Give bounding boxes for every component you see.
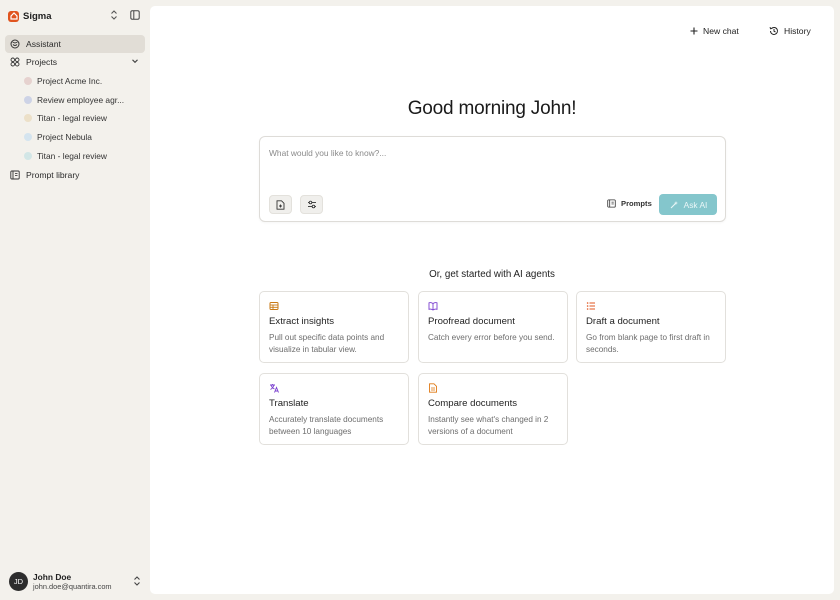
project-label: Review employee agr... [37,95,125,105]
project-color-dot [24,114,32,122]
sidebar-toggle-icon[interactable] [130,10,140,22]
prompts-button[interactable]: Prompts [607,199,652,208]
agents-heading: Or, get started with AI agents [429,269,555,280]
project-label: Project Nebula [37,132,92,142]
sliders-icon [307,200,317,209]
agent-card-compare-documents[interactable]: Compare documents Instantly see what's c… [418,373,568,445]
agent-card-title: Extract insights [269,316,335,327]
project-item[interactable]: Review employee agr... [24,92,142,108]
chevron-up-down-icon[interactable] [110,10,118,22]
agent-card-title: Proofread document [428,316,515,327]
assistant-icon [10,39,20,49]
list-icon [586,301,596,311]
new-chat-label: New chat [703,26,739,36]
avatar: JD [9,571,28,591]
table-icon [269,301,279,311]
agent-card-title: Compare documents [428,398,518,409]
agent-card-extract-insights[interactable]: Extract insights Pull out specific data … [259,291,409,363]
sidebar: Sigma Assistant Projects Project Acme In… [0,0,150,600]
agent-card-description: Instantly see what's changed in 2 versio… [428,415,549,436]
sidebar-item-assistant[interactable]: Assistant [5,35,145,53]
sidebar-item-prompt-library[interactable]: Prompt library [5,166,145,184]
agent-card-description: Accurately translate documents between 1… [269,415,384,436]
user-info: John Doe john.doe@quantira.com [33,572,112,591]
library-icon [10,170,20,180]
chevron-down-icon[interactable] [131,57,139,67]
project-item[interactable]: Titan - legal review [24,110,142,126]
agent-card-description: Go from blank page to first draft in sec… [586,333,710,354]
translate-icon [269,383,279,393]
sparkle-icon [669,200,679,210]
project-item[interactable]: Project Acme Inc. [24,73,142,89]
document-icon [428,383,438,393]
workspace-logo-icon [8,10,19,22]
greeting-title: Good morning John! [407,98,577,119]
book-icon [428,301,438,311]
prompt-box: Prompts Ask AI [259,136,726,222]
project-color-dot [24,77,32,85]
prompts-label: Prompts [621,199,652,208]
history-label: History [784,26,811,36]
project-label: Titan - legal review [37,113,107,123]
file-plus-icon [276,199,285,210]
agent-card-description: Pull out specific data points and visual… [269,333,385,354]
project-color-dot [24,152,32,160]
project-color-dot [24,96,32,104]
chevron-up-down-icon[interactable] [133,576,141,588]
agent-card-title: Draft a document [586,316,660,327]
sidebar-item-label: Prompt library [26,170,80,180]
agent-card-draft-document[interactable]: Draft a document Go from blank page to f… [576,291,726,363]
projects-icon [10,57,20,67]
user-name: John Doe [33,571,72,582]
history-icon [769,26,779,36]
project-item[interactable]: Project Nebula [24,129,142,145]
workspace-name: Sigma [23,10,52,22]
agent-card-title: Translate [269,398,309,409]
sidebar-item-projects[interactable]: Projects [5,53,145,71]
project-item[interactable]: Titan - legal review [24,148,142,164]
plus-icon [690,27,698,35]
agent-card-description: Catch every error before you send. [428,333,555,342]
project-label: Project Acme Inc. [37,76,103,86]
new-chat-button[interactable]: New chat [690,24,739,38]
history-button[interactable]: History [769,24,811,38]
ask-ai-label: Ask AI [683,199,708,210]
attach-file-button[interactable] [269,195,292,214]
project-color-dot [24,133,32,141]
prompt-input[interactable] [269,146,709,160]
main-panel: New chat History Good morning John! Prom… [150,6,834,594]
sidebar-item-label: Assistant [26,39,61,49]
agent-card-translate[interactable]: Translate Accurately translate documents… [259,373,409,445]
agent-card-proofread-document[interactable]: Proofread document Catch every error bef… [418,291,568,363]
workspace-switcher[interactable]: Sigma [8,8,122,24]
user-account-menu[interactable]: JD John Doe john.doe@quantira.com [9,571,144,591]
settings-sliders-button[interactable] [300,195,323,214]
sidebar-item-label: Projects [26,57,58,67]
project-label: Titan - legal review [37,151,107,161]
library-icon [607,199,616,208]
user-email: john.doe@quantira.com [33,581,112,591]
ask-ai-button[interactable]: Ask AI [659,194,717,215]
